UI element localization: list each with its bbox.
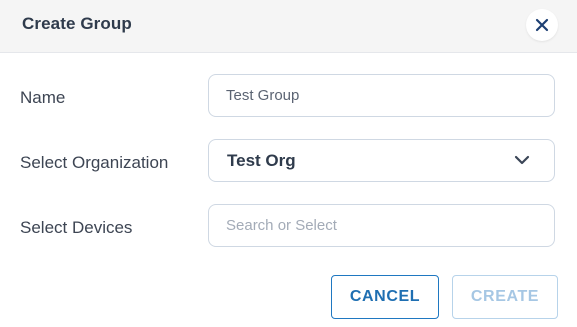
dialog-header: Create Group: [0, 0, 577, 53]
organization-selected-value: Test Org: [227, 151, 296, 170]
dialog-title: Create Group: [22, 14, 132, 33]
create-button[interactable]: CREATE: [452, 275, 558, 319]
organization-select[interactable]: Test Org: [208, 139, 555, 182]
organization-label: Select Organization: [20, 153, 169, 172]
devices-label: Select Devices: [20, 218, 133, 237]
name-field[interactable]: [208, 74, 555, 117]
devices-field[interactable]: [208, 204, 555, 247]
close-icon: [535, 18, 549, 32]
cancel-button[interactable]: CANCEL: [331, 275, 439, 319]
chevron-down-icon: [514, 155, 530, 165]
create-group-dialog: Create Group Name Select Organization Te…: [0, 0, 577, 327]
name-label: Name: [20, 88, 66, 107]
close-button[interactable]: [526, 9, 558, 41]
devices-search-input[interactable]: [209, 205, 526, 246]
name-input[interactable]: [209, 75, 526, 116]
